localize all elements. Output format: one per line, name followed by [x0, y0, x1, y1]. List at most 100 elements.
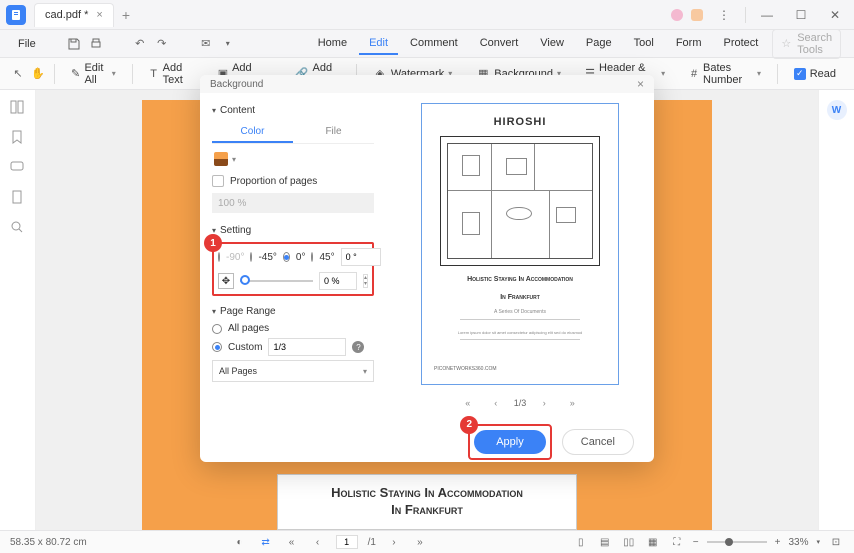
- email-caret-icon[interactable]: ▾: [220, 36, 236, 52]
- page-number-input[interactable]: [336, 535, 358, 549]
- proportion-input: [212, 193, 374, 213]
- view-facing-icon[interactable]: ▯▯: [621, 534, 637, 550]
- menu-protect[interactable]: Protect: [713, 33, 768, 55]
- angle-n90-radio[interactable]: [218, 252, 220, 262]
- page-filter-select[interactable]: All Pages ▾: [212, 360, 374, 382]
- menu-comment[interactable]: Comment: [400, 33, 468, 55]
- view-continuous-icon[interactable]: ▤: [597, 534, 613, 550]
- content-section-header[interactable]: ▾ Content: [212, 105, 374, 116]
- all-pages-label: All pages: [228, 323, 269, 334]
- annotation-marker-1: 1: [204, 234, 222, 252]
- attachments-icon[interactable]: [10, 190, 26, 206]
- search-tools-input[interactable]: ☆ Search Tools: [772, 29, 841, 59]
- pager-next-icon[interactable]: ›: [534, 395, 554, 411]
- close-window-button[interactable]: ✕: [822, 4, 848, 26]
- document-tab[interactable]: cad.pdf * ×: [34, 3, 114, 27]
- search-panel-icon[interactable]: [10, 220, 26, 236]
- zoom-value[interactable]: 33%: [788, 537, 808, 548]
- undo-icon[interactable]: ↶: [132, 36, 148, 52]
- avatar-icon[interactable]: [671, 9, 683, 21]
- opacity-spinner[interactable]: ▴▾: [363, 274, 368, 288]
- cancel-button[interactable]: Cancel: [562, 429, 634, 455]
- nav-first-icon[interactable]: «: [284, 534, 300, 550]
- search-placeholder: Search Tools: [797, 32, 832, 56]
- annotation-marker-2: 2: [460, 416, 478, 434]
- pager-first-icon[interactable]: «: [458, 395, 478, 411]
- color-picker[interactable]: ▾: [212, 150, 238, 168]
- read-toggle[interactable]: ✓ Read: [786, 65, 844, 83]
- redo-icon[interactable]: ↷: [154, 36, 170, 52]
- zoom-in-icon[interactable]: +: [775, 537, 781, 548]
- help-icon[interactable]: ?: [352, 341, 364, 353]
- pointer-icon[interactable]: ↖: [10, 66, 26, 82]
- fullscreen-icon[interactable]: ⛶: [669, 534, 685, 550]
- hand-icon[interactable]: ✋: [30, 66, 46, 82]
- print-icon[interactable]: [88, 36, 104, 52]
- custom-range-radio[interactable]: [212, 342, 222, 352]
- dialog-close-button[interactable]: ×: [637, 77, 644, 91]
- maximize-button[interactable]: ☐: [788, 4, 814, 26]
- bookmark-icon[interactable]: [10, 130, 26, 146]
- new-tab-button[interactable]: +: [122, 7, 130, 23]
- menu-page[interactable]: Page: [576, 33, 622, 55]
- thumbnails-icon[interactable]: [10, 100, 26, 116]
- angle-0-radio[interactable]: [283, 252, 290, 262]
- file-tab[interactable]: File: [293, 122, 374, 143]
- add-text-button[interactable]: T Add Text: [140, 59, 201, 89]
- save-icon[interactable]: [66, 36, 82, 52]
- nav-prev-icon[interactable]: ‹: [310, 534, 326, 550]
- menu-convert[interactable]: Convert: [470, 33, 529, 55]
- kebab-menu-icon[interactable]: ⋮: [711, 4, 737, 26]
- pager-prev-icon[interactable]: ‹: [486, 395, 506, 411]
- angle-45-radio[interactable]: [311, 252, 313, 262]
- zoom-caret-icon[interactable]: ▾: [816, 538, 820, 546]
- word-export-icon[interactable]: W: [827, 100, 847, 120]
- zoom-slider[interactable]: [707, 541, 767, 543]
- all-pages-radio[interactable]: [212, 324, 222, 334]
- comments-icon[interactable]: [10, 160, 26, 176]
- minimize-button[interactable]: —: [754, 4, 780, 26]
- background-dialog: Background × ▾ Content Color File ▾ Prop…: [200, 75, 654, 462]
- fit-page-icon[interactable]: ⊡: [828, 534, 844, 550]
- convert-icon[interactable]: ⇄: [258, 534, 274, 550]
- notification-icon[interactable]: [691, 9, 703, 21]
- menu-home[interactable]: Home: [308, 33, 357, 55]
- page-range-section-header[interactable]: ▾ Page Range: [212, 306, 374, 317]
- opacity-input[interactable]: [319, 272, 357, 290]
- nav-last-icon[interactable]: »: [412, 534, 428, 550]
- page-text-block: Holistic Staying In Accommodation In Fra…: [277, 474, 577, 530]
- custom-range-input[interactable]: [268, 338, 346, 356]
- opacity-slider-thumb[interactable]: [240, 275, 250, 285]
- angle-custom-input[interactable]: [341, 248, 381, 266]
- pager-last-icon[interactable]: »: [562, 395, 582, 411]
- file-menu[interactable]: File: [10, 35, 44, 53]
- setting-section-header[interactable]: ▾ Setting: [212, 225, 374, 236]
- opacity-icon[interactable]: ✥: [218, 273, 234, 289]
- dialog-header: Background ×: [200, 75, 654, 93]
- email-icon[interactable]: ✉: [198, 36, 214, 52]
- add-text-label: Add Text: [163, 62, 194, 86]
- angle-n45-radio[interactable]: [250, 252, 252, 262]
- apply-button-highlight: 2 Apply: [468, 424, 552, 460]
- edit-all-button[interactable]: ✎ Edit All ▾: [63, 59, 124, 89]
- tab-close-icon[interactable]: ×: [96, 9, 102, 21]
- zoom-out-icon[interactable]: −: [693, 537, 699, 548]
- nav-next-icon[interactable]: ›: [386, 534, 402, 550]
- menu-bar: File ↶ ↷ ✉ ▾ Home Edit Comment Convert V…: [0, 30, 854, 58]
- title-bar: cad.pdf * × + ⋮ — ☐ ✕: [0, 0, 854, 30]
- view-single-icon[interactable]: ▯: [573, 534, 589, 550]
- menu-view[interactable]: View: [530, 33, 574, 55]
- apply-button[interactable]: Apply: [474, 430, 546, 454]
- view-facing-continuous-icon[interactable]: ▦: [645, 534, 661, 550]
- theme-icon[interactable]: ◐: [232, 534, 248, 550]
- opacity-slider[interactable]: [240, 280, 313, 282]
- preview-pager: « ‹ 1/3 › »: [458, 395, 583, 411]
- bates-number-button[interactable]: # Bates Number ▾: [681, 59, 769, 89]
- proportion-checkbox[interactable]: [212, 175, 224, 187]
- menu-form[interactable]: Form: [666, 33, 712, 55]
- preview-title: HIROSHI: [494, 116, 547, 128]
- menu-tool[interactable]: Tool: [624, 33, 664, 55]
- menu-edit[interactable]: Edit: [359, 33, 398, 55]
- color-tab[interactable]: Color: [212, 122, 293, 143]
- zoom-slider-thumb[interactable]: [725, 538, 733, 546]
